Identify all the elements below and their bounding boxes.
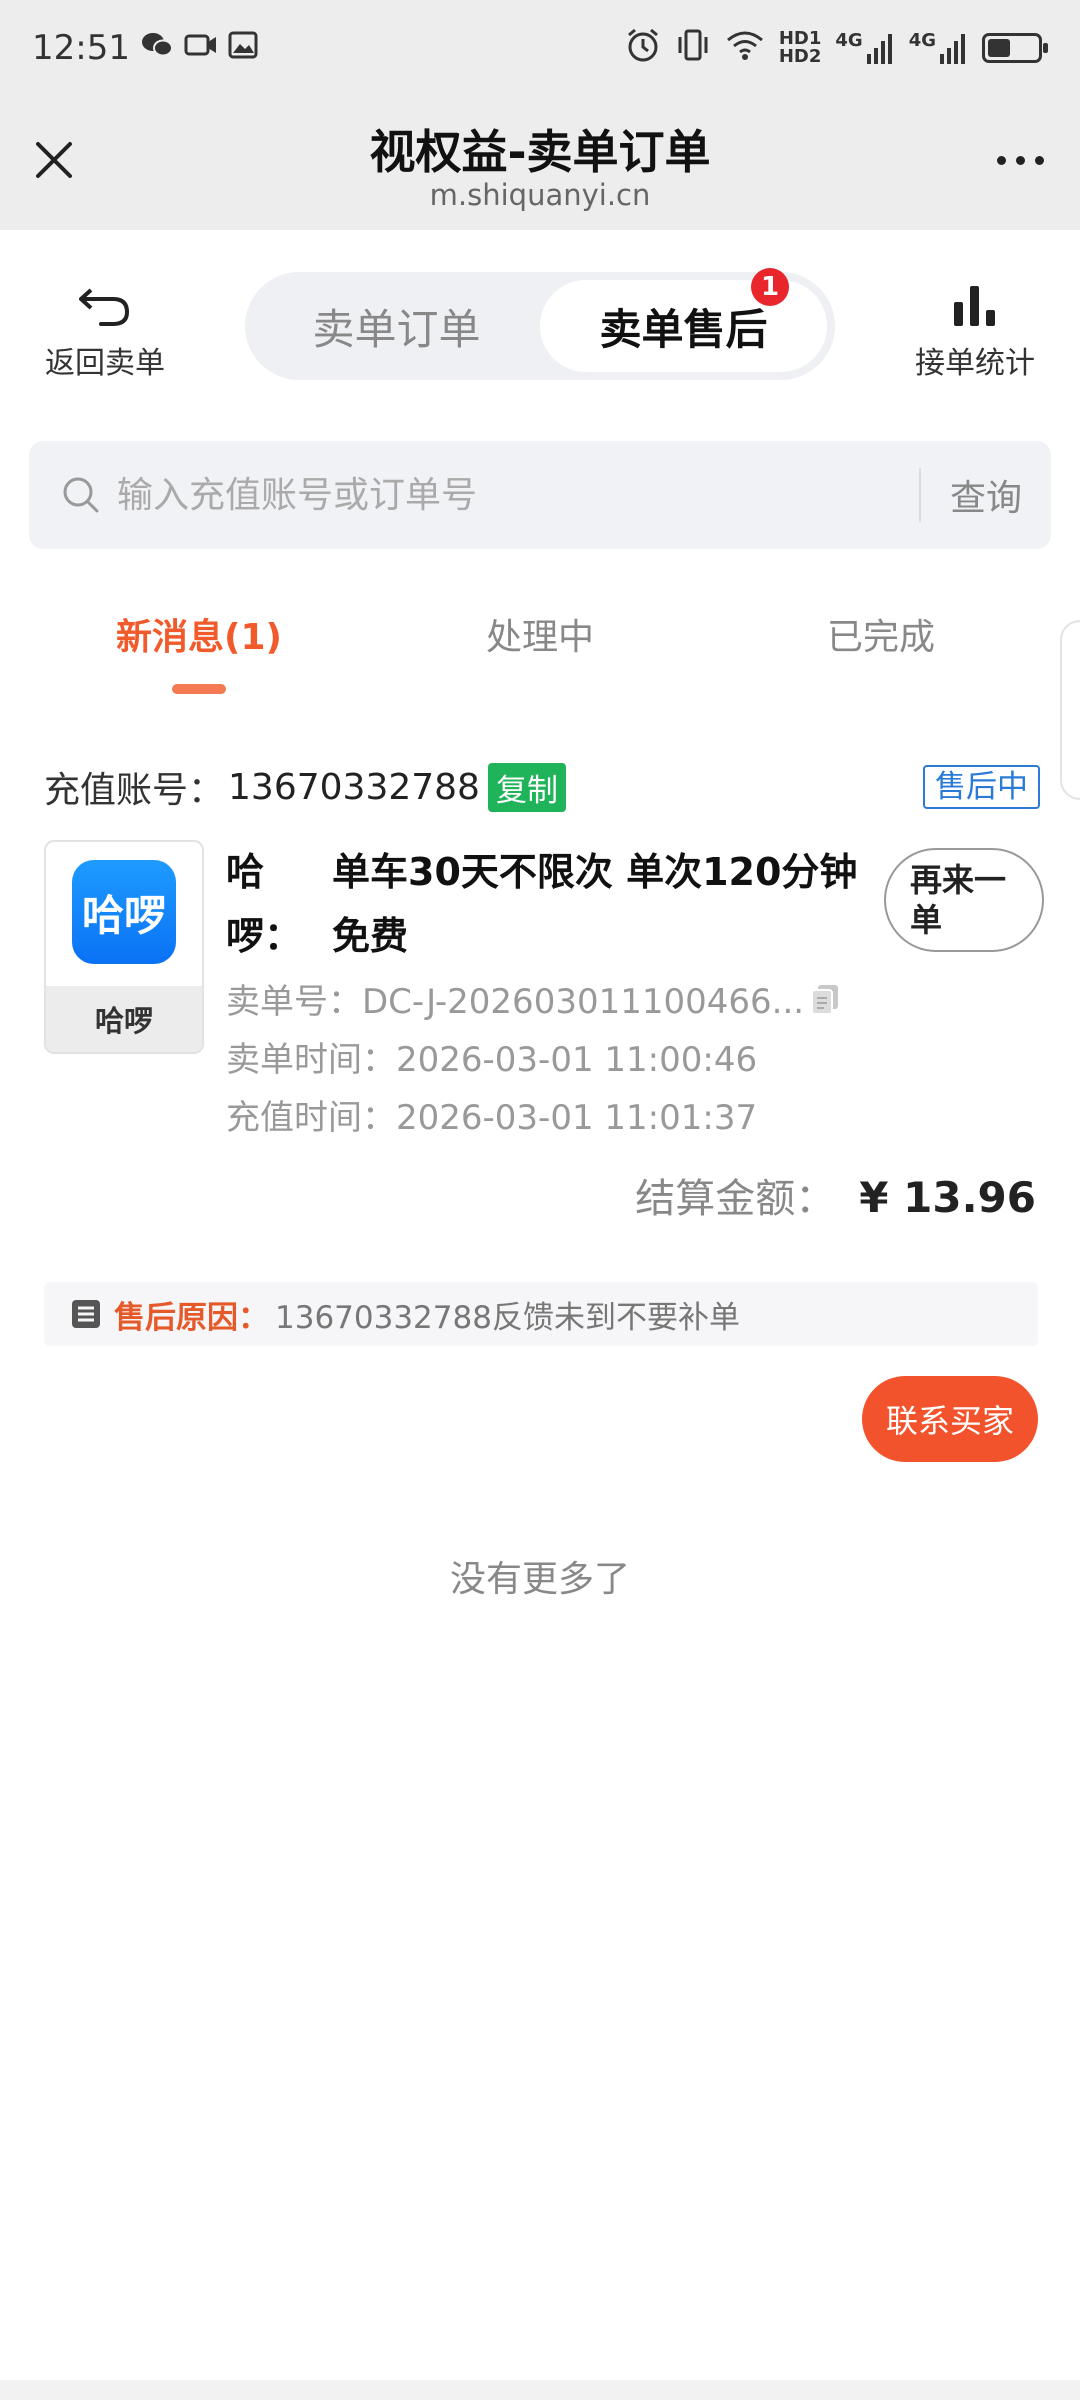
signal-bars-icon	[940, 34, 965, 64]
account-row: 充值账号： 13670332788 复制 售后中	[44, 762, 1040, 812]
back-to-orders-button[interactable]: 返回卖单	[40, 282, 170, 382]
search-icon	[63, 477, 99, 513]
more-dot-icon	[996, 155, 1006, 165]
settlement-row: 结算金额： ¥ 13.96	[635, 1166, 1036, 1224]
after-sales-reason: 售后原因： 13670332788反馈未到不要补单	[44, 1282, 1038, 1346]
copy-icon[interactable]	[808, 981, 844, 1026]
wechat-icon	[140, 30, 174, 67]
product-description: 单车30天不限次 单次120分钟 免费	[332, 850, 858, 958]
settlement-label: 结算金额：	[635, 1176, 836, 1222]
bar-chart-icon	[954, 286, 995, 326]
account-label: 充值账号：	[44, 770, 225, 811]
tab-new-messages[interactable]: 新消息(1)	[49, 608, 349, 660]
status-left: 12:51	[32, 28, 258, 68]
copy-account-button[interactable]: 复制	[487, 762, 566, 812]
status-tabs: 新消息(1) 处理中 已完成	[0, 590, 1080, 700]
recharge-time-label: 充值时间：	[226, 1098, 396, 1138]
tab-completed[interactable]: 已完成	[731, 608, 1031, 660]
bottom-edge	[0, 2380, 1080, 2400]
tab-processing[interactable]: 处理中	[390, 608, 690, 660]
notification-badge: 1	[751, 268, 789, 306]
side-drawer-handle[interactable]	[1060, 620, 1080, 800]
wifi-icon	[725, 29, 765, 68]
more-options-button[interactable]	[990, 142, 1050, 178]
battery-fill	[988, 39, 1010, 57]
segment-after-sales[interactable]: 卖单售后 1	[540, 268, 827, 372]
signal-bars-icon	[866, 34, 892, 64]
video-icon	[184, 32, 218, 65]
app-logo-card: 哈啰 哈啰	[44, 840, 204, 1054]
account-number: 13670332788	[228, 766, 480, 808]
order-stats-button[interactable]: 接单统计	[910, 282, 1040, 382]
title-bar: 视权益-卖单订单 m.shiquanyi.cn	[0, 96, 1080, 230]
recharge-time-row: 充值时间：2026-03-01 11:01:37	[226, 1090, 757, 1139]
status-right: HD1 HD2 4G 4G	[625, 27, 1048, 70]
top-nav: 返回卖单 卖单订单 卖单售后 1 接单统计	[0, 230, 1080, 410]
sell-time: 2026-03-01 11:00:46	[396, 1040, 758, 1080]
battery-icon	[982, 33, 1048, 63]
page-url: m.shiquanyi.cn	[429, 178, 651, 212]
page-title: 视权益-卖单订单	[369, 125, 711, 179]
reorder-button[interactable]: 再来一 单	[884, 848, 1044, 952]
stats-label: 接单统计	[915, 346, 1035, 381]
signal-1: 4G	[835, 32, 894, 64]
document-icon	[72, 1300, 100, 1328]
vibrate-icon	[675, 27, 711, 70]
settlement-amount: ¥ 13.96	[859, 1173, 1036, 1222]
return-arrow-icon	[79, 288, 130, 326]
hd-indicator: HD1 HD2	[778, 28, 822, 67]
sell-time-row: 卖单时间：2026-03-01 11:00:46	[226, 1032, 757, 1081]
search-bar: 查询	[29, 441, 1051, 549]
app-name: 哈啰	[46, 986, 202, 1052]
more-dot-icon	[1034, 155, 1044, 165]
hellobike-logo: 哈啰	[72, 860, 176, 964]
status-time: 12:51	[32, 28, 130, 68]
active-tab-indicator	[172, 684, 226, 694]
search-input[interactable]	[115, 473, 919, 517]
more-dot-icon	[1015, 155, 1025, 165]
end-of-list-text: 没有更多了	[449, 1559, 630, 1600]
gallery-icon	[228, 31, 258, 66]
query-button[interactable]: 查询	[921, 469, 1051, 521]
order-number-label: 卖单号：	[226, 982, 362, 1022]
order-number: DC-J-202603011100466...	[362, 982, 805, 1022]
status-bar: 12:51 HD1 HD2 4G 4G	[0, 0, 1080, 96]
reason-text: 13670332788反馈未到不要补单	[275, 1299, 740, 1336]
segment-control: 卖单订单 卖单售后 1	[245, 268, 835, 380]
recharge-time: 2026-03-01 11:01:37	[396, 1098, 758, 1138]
product-brand: 哈 啰：	[226, 850, 303, 958]
reason-label: 售后原因：	[114, 1299, 269, 1336]
sell-time-label: 卖单时间：	[226, 1040, 396, 1080]
segment-sell-orders[interactable]: 卖单订单	[253, 280, 540, 372]
contact-buyer-button[interactable]: 联系买家	[862, 1376, 1038, 1462]
signal-2: 4G	[909, 32, 968, 64]
back-label: 返回卖单	[45, 346, 165, 381]
order-number-row: 卖单号：DC-J-202603011100466...	[226, 974, 844, 1026]
status-badge: 售后中	[923, 765, 1040, 809]
alarm-icon	[625, 27, 661, 70]
